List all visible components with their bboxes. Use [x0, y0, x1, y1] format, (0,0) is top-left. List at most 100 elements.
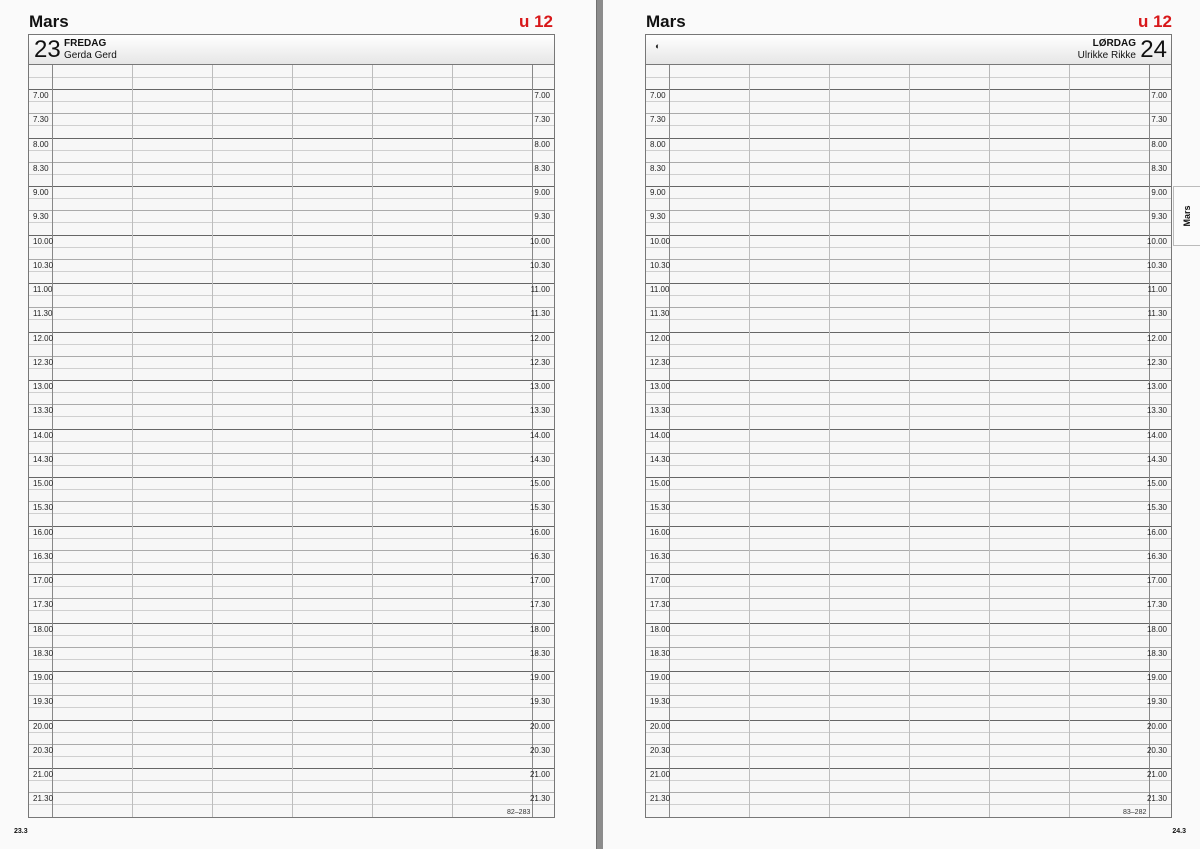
column-divider	[292, 65, 293, 817]
time-label-left: 9.30	[650, 212, 666, 222]
time-label-left: 9.00	[33, 188, 49, 197]
time-label-right: 7.00	[534, 91, 550, 100]
day-count: 83–282	[1123, 809, 1147, 816]
weekday-name: FREDAG	[64, 38, 107, 49]
time-label-right: 9.00	[1151, 188, 1167, 197]
time-label-right: 17.00	[1146, 576, 1167, 585]
month-title: Mars	[29, 12, 69, 31]
time-label-right: 15.00	[529, 479, 550, 488]
column-divider	[372, 65, 373, 817]
time-label-left: 20.30	[33, 745, 54, 755]
time-label-left: 17.00	[33, 576, 54, 585]
column-divider	[212, 65, 213, 817]
time-label-left: 11.30	[33, 309, 53, 319]
time-label-left: 10.30	[33, 260, 54, 270]
time-label-left: 8.00	[33, 139, 49, 149]
time-label-right: 21.00	[1146, 770, 1167, 779]
time-label-right: 21.00	[529, 770, 550, 779]
time-label-left: 15.00	[33, 479, 54, 488]
time-label-left: 10.00	[650, 236, 671, 246]
time-label-left: 18.30	[33, 648, 54, 658]
time-label-right: 10.00	[529, 236, 550, 246]
time-label-left: 21.30	[33, 794, 54, 804]
time-label-left: 12.30	[33, 357, 54, 367]
time-label-left: 17.30	[33, 600, 54, 610]
time-label-right: 16.30	[529, 551, 550, 561]
time-label-right: 12.30	[529, 357, 550, 367]
time-label-left: 20.00	[33, 721, 54, 731]
time-label-right: 8.30	[534, 163, 550, 173]
time-label-left: 19.00	[33, 673, 54, 682]
time-label-left: 19.00	[650, 673, 671, 682]
time-label-right: 21.30	[529, 794, 550, 804]
time-label-right: 9.30	[534, 212, 550, 222]
page-footer-date: 23.3	[14, 828, 28, 835]
day-header[interactable]: 23 FREDAG Gerda Gerd	[28, 34, 555, 65]
time-label-left: 8.00	[650, 139, 666, 149]
time-label-left: 11.00	[650, 285, 670, 294]
time-label-right: 8.00	[534, 139, 550, 149]
time-label-right: 10.30	[1146, 260, 1167, 270]
time-label-left: 11.00	[33, 285, 53, 294]
column-divider	[829, 65, 830, 817]
time-label-right: 17.30	[529, 600, 550, 610]
time-label-right: 20.00	[529, 721, 550, 731]
time-label-right: 14.30	[529, 454, 550, 464]
time-label-left: 19.30	[650, 697, 671, 707]
time-label-right: 19.30	[529, 697, 550, 707]
time-label-right: 9.30	[1151, 212, 1167, 222]
page-footer-date: 24.3	[1172, 828, 1186, 835]
time-label-left: 10.00	[33, 236, 54, 246]
time-label-left: 10.30	[650, 260, 671, 270]
time-label-left: 13.00	[33, 382, 54, 391]
time-label-left: 12.00	[650, 333, 671, 343]
time-label-right: 14.00	[1146, 430, 1167, 440]
schedule-grid[interactable]: 7.00 7.00 7.30 7.30 8.00 8.00 8.30 8.30 9.00 9.00…	[28, 65, 555, 818]
time-label-left: 7.30	[33, 115, 49, 125]
time-label-left: 7.30	[650, 115, 666, 125]
week-number: u 12	[1137, 12, 1172, 31]
time-label-left: 7.00	[650, 91, 666, 100]
time-label-right: 8.00	[1151, 139, 1167, 149]
time-label-left: 20.30	[650, 745, 671, 755]
day-number: 24	[1140, 36, 1167, 63]
time-label-right: 9.00	[534, 188, 550, 197]
time-label-left: 7.00	[33, 91, 49, 100]
time-label-right: 19.30	[1146, 697, 1167, 707]
time-label-right: 7.00	[1151, 91, 1167, 100]
week-number: u 12	[518, 12, 553, 31]
column-divider	[989, 65, 990, 817]
time-label-right: 19.00	[529, 673, 550, 682]
month-title: Mars	[646, 12, 686, 31]
time-label-right: 16.30	[1146, 551, 1167, 561]
time-label-left: 14.00	[33, 430, 54, 440]
day-header[interactable]: ◐ LØRDAG Ulrikke Rikke 24	[645, 34, 1172, 65]
month-tab[interactable]: Mars	[1173, 186, 1200, 246]
time-label-left: 8.30	[650, 163, 666, 173]
column-divider	[132, 65, 133, 817]
time-label-left: 17.30	[650, 600, 671, 610]
time-label-right: 11.30	[530, 309, 550, 319]
name-days: Ulrikke Rikke	[1077, 50, 1136, 61]
time-label-right: 10.00	[1146, 236, 1167, 246]
time-label-right: 17.00	[529, 576, 550, 585]
schedule-grid[interactable]: 7.00 7.00 7.30 7.30 8.00 8.00 8.30 8.30 9.00 9.00…	[645, 65, 1172, 818]
time-label-left: 12.00	[33, 333, 54, 343]
time-label-right: 8.30	[1151, 163, 1167, 173]
month-tab-label: Mars	[1182, 205, 1192, 227]
time-label-left: 21.30	[650, 794, 671, 804]
time-label-left: 16.00	[33, 527, 54, 537]
time-label-right: 14.30	[1146, 454, 1167, 464]
time-label-right: 18.30	[1146, 648, 1167, 658]
weekday-name: LØRDAG	[1092, 38, 1136, 49]
time-label-left: 14.30	[650, 454, 671, 464]
time-label-right: 15.00	[1146, 479, 1167, 488]
time-label-right: 17.30	[1146, 600, 1167, 610]
time-label-right: 7.30	[534, 115, 550, 125]
time-label-left: 15.30	[650, 503, 671, 513]
time-label-left: 14.00	[650, 430, 671, 440]
time-label-left: 16.30	[33, 551, 54, 561]
left-page: Mars u 12 23 FREDAG Gerda Gerd 7.00 7.00 7…	[0, 0, 597, 849]
time-label-right: 15.30	[529, 503, 550, 513]
time-label-right: 18.00	[1146, 624, 1167, 634]
